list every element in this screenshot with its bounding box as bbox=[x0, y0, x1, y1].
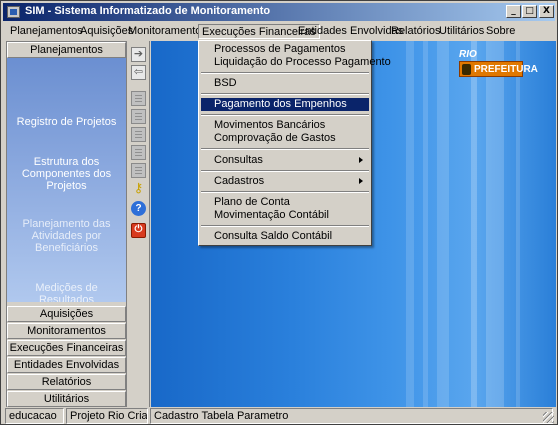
sidebar-group-monitoramentos[interactable]: Monitoramentos bbox=[7, 323, 126, 339]
background-streak bbox=[437, 41, 449, 407]
sidebar-group-execucoes-financeiras[interactable]: Execuções Financeiras bbox=[7, 340, 126, 356]
prefeitura-logo: RIO PREFEITURA bbox=[459, 49, 538, 86]
menu-item-cadastros-label: Cadastros bbox=[214, 175, 265, 187]
menu-utilitarios[interactable]: Utilitários bbox=[436, 24, 487, 39]
sidebar-group-relatorios[interactable]: Relatórios bbox=[7, 374, 126, 390]
menu-item-movimentacao-contabil[interactable]: Movimentação Contábil bbox=[201, 209, 369, 222]
menu-separator bbox=[201, 114, 369, 116]
window-title: SIM - Sistema Informatizado de Monitoram… bbox=[25, 5, 271, 17]
document-icon[interactable] bbox=[131, 163, 146, 178]
menu-item-plano-de-conta[interactable]: Plano de Conta bbox=[201, 196, 369, 209]
menu-item-comprovacao-gastos[interactable]: Comprovação de Gastos bbox=[201, 132, 369, 145]
menu-separator bbox=[201, 93, 369, 95]
background-streak bbox=[406, 41, 414, 407]
status-bar: educacao Projeto Rio Criança Cadastro Ta… bbox=[3, 408, 555, 424]
menu-item-movimentos-bancarios[interactable]: Movimentos Bancários bbox=[201, 119, 369, 132]
menu-item-liquidacao-processo[interactable]: Liquidação do Processo Pagamento bbox=[201, 56, 391, 69]
arrow-right-icon[interactable]: ➔ bbox=[131, 47, 146, 62]
sidebar: Planejamentos Registro de Projetos Estru… bbox=[6, 41, 127, 407]
menu-separator bbox=[201, 148, 369, 150]
power-icon[interactable]: ⏻ bbox=[131, 223, 146, 238]
background-streak bbox=[471, 41, 477, 407]
document-icon[interactable] bbox=[131, 145, 146, 160]
close-button[interactable]: X bbox=[539, 5, 554, 18]
document-icon[interactable] bbox=[131, 127, 146, 142]
status-project: Projeto Rio Criança bbox=[66, 408, 148, 424]
status-screen: Cadastro Tabela Parametro bbox=[150, 408, 553, 424]
document-icon[interactable] bbox=[131, 109, 146, 124]
submenu-arrow-icon bbox=[359, 157, 363, 163]
menu-separator bbox=[201, 170, 369, 172]
app-icon[interactable] bbox=[7, 6, 20, 18]
maximize-button[interactable]: □ bbox=[522, 5, 537, 18]
background-streak bbox=[423, 41, 428, 407]
document-icon[interactable] bbox=[131, 91, 146, 106]
sidebar-item-estrutura-componentes[interactable]: Estrutura dos Componentes dos Projetos bbox=[9, 156, 124, 192]
menu-bar: Planejamentos Aquisições Monitoramentos … bbox=[3, 22, 555, 40]
sidebar-item-registro-de-projetos[interactable]: Registro de Projetos bbox=[9, 116, 124, 128]
sidebar-group-body: Registro de Projetos Estrutura dos Compo… bbox=[7, 58, 126, 302]
sidebar-item-medicoes-resultados[interactable]: Medições de Resultados bbox=[9, 282, 124, 302]
submenu-arrow-icon bbox=[359, 178, 363, 184]
menu-separator bbox=[201, 225, 369, 227]
arrow-left-icon[interactable]: ⇦ bbox=[131, 65, 146, 80]
city-emblem-icon bbox=[462, 64, 471, 75]
menu-item-bsd[interactable]: BSD bbox=[201, 77, 369, 90]
sidebar-group-entidades-envolvidas[interactable]: Entidades Envolvidas bbox=[7, 357, 126, 373]
resize-grip[interactable] bbox=[543, 412, 554, 423]
vertical-toolbar: ➔ ⇦ ⚷ ? ⏻ bbox=[128, 41, 150, 407]
menu-item-consultas-label: Consultas bbox=[214, 154, 263, 166]
minimize-button[interactable]: _ bbox=[506, 5, 521, 18]
background-streak bbox=[486, 41, 504, 407]
app-window: SIM - Sistema Informatizado de Monitoram… bbox=[0, 0, 558, 425]
menu-separator bbox=[201, 72, 369, 74]
sidebar-group-aquisicoes[interactable]: Aquisições bbox=[7, 306, 126, 322]
sidebar-group-planejamentos[interactable]: Planejamentos bbox=[7, 42, 126, 58]
help-icon[interactable]: ? bbox=[131, 201, 146, 216]
title-bar[interactable]: SIM - Sistema Informatizado de Monitoram… bbox=[3, 3, 555, 21]
status-user: educacao bbox=[5, 408, 64, 424]
background-streak bbox=[516, 41, 520, 407]
sidebar-item-planejamento-atividades[interactable]: Planejamento das Atividades por Benefici… bbox=[9, 218, 124, 254]
menu-item-consultas[interactable]: Consultas bbox=[201, 154, 369, 167]
logo-rio-text: RIO bbox=[459, 49, 477, 60]
key-icon[interactable]: ⚷ bbox=[131, 182, 146, 197]
menu-planejamentos[interactable]: Planejamentos bbox=[7, 24, 86, 39]
dropdown-execucoes-financeiras: Processos de Pagamentos Liquidação do Pr… bbox=[198, 40, 391, 246]
menu-separator bbox=[201, 191, 369, 193]
menu-item-processos-pagamentos[interactable]: Processos de Pagamentos bbox=[201, 43, 369, 56]
menu-item-consulta-saldo-contabil[interactable]: Consulta Saldo Contábil bbox=[201, 230, 369, 243]
menu-sobre[interactable]: Sobre bbox=[483, 24, 518, 39]
menu-item-cadastros[interactable]: Cadastros bbox=[201, 175, 369, 188]
menu-item-pagamento-empenhos[interactable]: Pagamento dos Empenhos bbox=[201, 98, 369, 111]
sidebar-group-utilitarios[interactable]: Utilitários bbox=[7, 391, 126, 407]
